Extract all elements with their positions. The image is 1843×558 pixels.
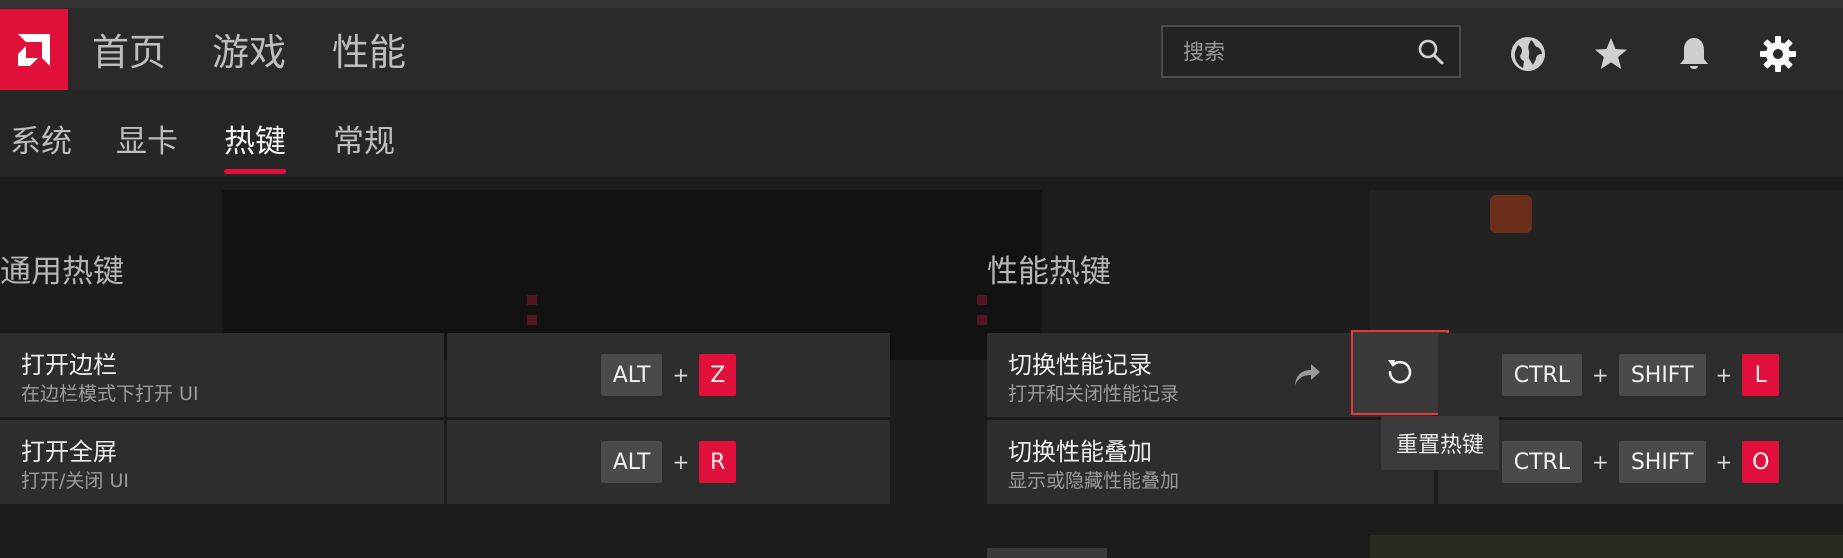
plus-sign: + bbox=[672, 450, 690, 474]
background-fragment bbox=[1370, 535, 1843, 558]
plus-sign: + bbox=[1592, 450, 1609, 474]
star-icon[interactable] bbox=[1591, 34, 1631, 74]
key-ctrl: CTRL bbox=[1501, 354, 1583, 396]
sub-tab-bar: 系统 显卡 热键 常规 bbox=[0, 90, 1843, 178]
hotkey-keys-open-sidebar[interactable]: ALT + Z bbox=[447, 333, 890, 417]
globe-icon[interactable] bbox=[1508, 34, 1548, 74]
hotkey-keys-open-fullscreen[interactable]: ALT + R bbox=[447, 420, 890, 504]
performance-hotkeys-title: 性能热键 bbox=[987, 254, 1111, 290]
nav-gaming[interactable]: 游戏 bbox=[212, 22, 286, 76]
tab-hotkeys[interactable]: 热键 bbox=[224, 116, 286, 161]
amd-logo[interactable] bbox=[0, 9, 68, 91]
hotkey-row-open-fullscreen[interactable]: 打开全屏 打开/关闭 UI bbox=[0, 420, 444, 504]
hotkey-desc: 显示或隐藏性能叠加 bbox=[1008, 470, 1180, 492]
hotkey-desc: 打开/关闭 UI bbox=[21, 470, 129, 492]
reset-hotkey-button[interactable] bbox=[1351, 330, 1449, 415]
key-z: Z bbox=[699, 354, 737, 396]
tab-general[interactable]: 常规 bbox=[333, 116, 395, 161]
hotkey-name: 切换性能记录 bbox=[1008, 351, 1152, 379]
key-o: O bbox=[1742, 441, 1780, 483]
redo-icon[interactable] bbox=[1292, 361, 1322, 391]
nav-performance[interactable]: 性能 bbox=[332, 22, 406, 76]
hotkey-desc: 在边栏模式下打开 UI bbox=[21, 383, 199, 405]
next-section-title-fragment bbox=[987, 548, 1107, 558]
reset-icon bbox=[1385, 356, 1415, 390]
hotkey-name: 打开边栏 bbox=[21, 351, 117, 379]
background-panel bbox=[1370, 190, 1843, 340]
hotkey-name: 切换性能叠加 bbox=[1008, 438, 1152, 466]
key-alt: ALT bbox=[600, 441, 663, 483]
hotkey-row-toggle-overlay[interactable]: 切换性能叠加 显示或隐藏性能叠加 bbox=[987, 420, 1434, 504]
search-icon[interactable] bbox=[1417, 38, 1445, 70]
key-alt: ALT bbox=[600, 354, 663, 396]
plus-sign: + bbox=[1592, 363, 1609, 387]
tab-graphics[interactable]: 显卡 bbox=[116, 116, 178, 161]
key-shift: SHIFT bbox=[1618, 354, 1706, 396]
gear-icon[interactable] bbox=[1758, 34, 1798, 74]
key-r: R bbox=[699, 441, 737, 483]
top-bar: 首页 游戏 性能 bbox=[0, 0, 1843, 95]
key-ctrl: CTRL bbox=[1501, 441, 1583, 483]
reset-hotkey-tooltip: 重置热键 bbox=[1381, 416, 1499, 470]
bell-icon[interactable] bbox=[1674, 34, 1714, 74]
general-hotkeys-title: 通用热键 bbox=[0, 254, 124, 290]
hotkey-desc: 打开和关闭性能记录 bbox=[1008, 383, 1180, 405]
key-shift: SHIFT bbox=[1618, 441, 1706, 483]
active-tab-indicator bbox=[224, 169, 286, 174]
plus-sign: + bbox=[672, 363, 690, 387]
nav-home[interactable]: 首页 bbox=[92, 22, 166, 76]
plus-sign: + bbox=[1715, 363, 1733, 387]
top-nav: 首页 游戏 性能 bbox=[92, 8, 452, 90]
plus-sign: + bbox=[1715, 450, 1733, 474]
hotkey-keys-toggle-recording[interactable]: CTRL + SHIFT + L bbox=[1438, 333, 1843, 417]
hotkey-name: 打开全屏 bbox=[21, 438, 117, 466]
search-input[interactable] bbox=[1183, 39, 1413, 64]
background-thumbnail bbox=[1490, 195, 1532, 233]
search-box[interactable] bbox=[1161, 25, 1461, 78]
key-l: L bbox=[1742, 354, 1780, 396]
tab-system[interactable]: 系统 bbox=[10, 116, 72, 161]
hotkey-row-open-sidebar[interactable]: 打开边栏 在边栏模式下打开 UI bbox=[0, 333, 444, 417]
